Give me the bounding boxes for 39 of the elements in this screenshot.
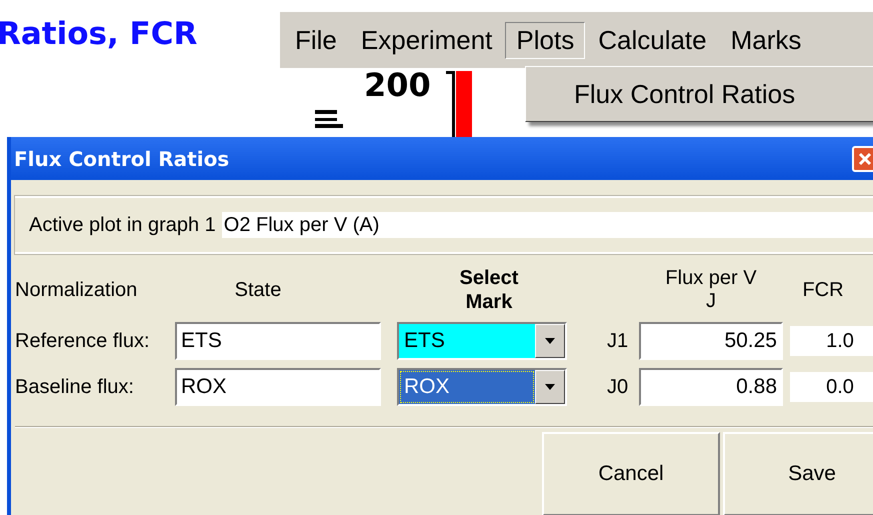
window-title: Flux Control Ratios [14,146,230,170]
row-label: Reference flux: [15,330,151,352]
mark-dropdown[interactable]: ROX [397,368,567,406]
dropdown-value: ETS [399,324,535,358]
column-header: Normalization [15,278,138,302]
fcr-value: 0.0 [790,372,873,402]
row-label: Baseline flux: [15,376,135,398]
axis-label-fragment-drawing [315,110,343,130]
state-field[interactable]: ROX [175,368,381,406]
close-icon [858,152,872,166]
column-header: J [706,290,716,313]
menu-item[interactable]: Experiment [350,22,504,58]
flux-label: J1 [606,330,630,352]
axis-tick-label: 200 [364,69,431,101]
active-plot-field[interactable]: O2 Flux per V (A) [222,212,873,238]
column-header: FCR [802,278,844,302]
fcr-value: 1.0 [790,326,873,356]
bar-chart-fragment-drawing [446,71,472,138]
menu-item[interactable]: File [284,22,348,58]
caret-icon [545,384,555,390]
column-header: State [234,278,282,302]
close-button[interactable] [852,146,873,172]
dropdown-value: ROX [399,370,535,404]
flux-field[interactable]: 50.25 [639,322,783,360]
dialog-button[interactable]: Save [723,432,873,515]
column-header: Flux per V [665,267,757,290]
caret-icon [545,338,555,344]
menu-item[interactable]: Marks [720,22,812,58]
field-label: Active plot in graph 1 [29,214,216,236]
column-header: Select Mark [458,266,520,314]
state-field[interactable]: ETS [175,322,381,360]
menu-item[interactable]: Calculate [587,22,718,58]
dialog-button[interactable]: Cancel [542,432,720,515]
flux-field[interactable]: 0.88 [639,368,783,406]
menu-item[interactable]: Plots [505,22,586,58]
mark-dropdown[interactable]: ETS [397,322,567,360]
page-heading: Ratios, FCR [0,16,198,52]
flux-label: J0 [606,376,630,398]
menu-item[interactable]: Flux Control Ratios [526,78,796,110]
